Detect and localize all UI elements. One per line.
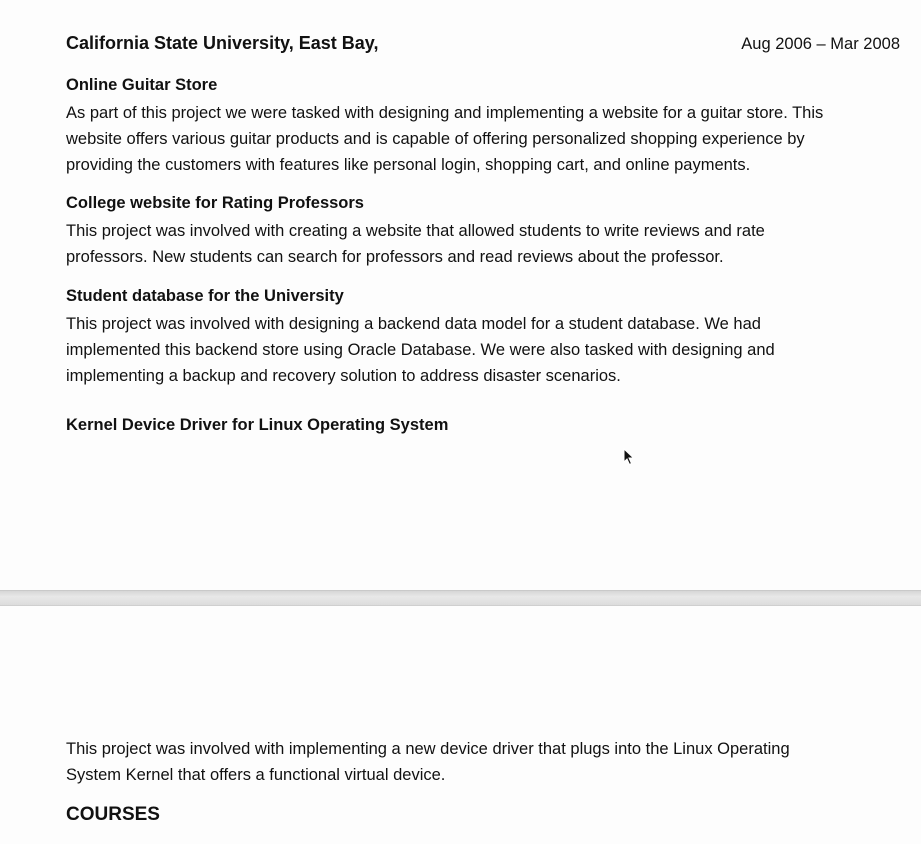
education-row: California State University, East Bay, A… <box>66 33 900 59</box>
project-title: Online Guitar Store <box>66 76 218 94</box>
education-dates: Aug 2006 – Mar 2008 <box>741 35 900 53</box>
project-description-line: This project was involved with designing… <box>66 315 761 333</box>
project-description-line: This project was involved with implement… <box>66 740 790 758</box>
project-description-line: System Kernel that offers a functional v… <box>66 766 446 784</box>
project-description-line: implemented this backend store using Ora… <box>66 341 775 359</box>
page-break <box>0 590 921 606</box>
project-description: This project was involved with creating … <box>66 218 906 270</box>
mouse-pointer-icon <box>623 448 635 466</box>
document-page-1: California State University, East Bay, A… <box>0 0 921 590</box>
project-description: This project was involved with implement… <box>66 736 906 788</box>
institution-name: California State University, East Bay, <box>66 33 379 53</box>
project-description: As part of this project we were tasked w… <box>66 100 906 178</box>
project-description-line: As part of this project we were tasked w… <box>66 104 824 122</box>
project-description-line: providing the customers with features li… <box>66 156 751 174</box>
project-description: This project was involved with designing… <box>66 311 906 389</box>
document-page-2: This project was involved with implement… <box>0 606 921 844</box>
project-description-line: implementing a backup and recovery solut… <box>66 367 621 385</box>
project-title: Student database for the University <box>66 287 344 305</box>
project-description-line: professors. New students can search for … <box>66 248 724 266</box>
project-description-line: This project was involved with creating … <box>66 222 765 240</box>
courses-heading: COURSES <box>66 804 160 825</box>
project-description-line: website offers various guitar products a… <box>66 130 805 148</box>
project-title: College website for Rating Professors <box>66 194 364 212</box>
project-title: Kernel Device Driver for Linux Operating… <box>66 416 449 434</box>
